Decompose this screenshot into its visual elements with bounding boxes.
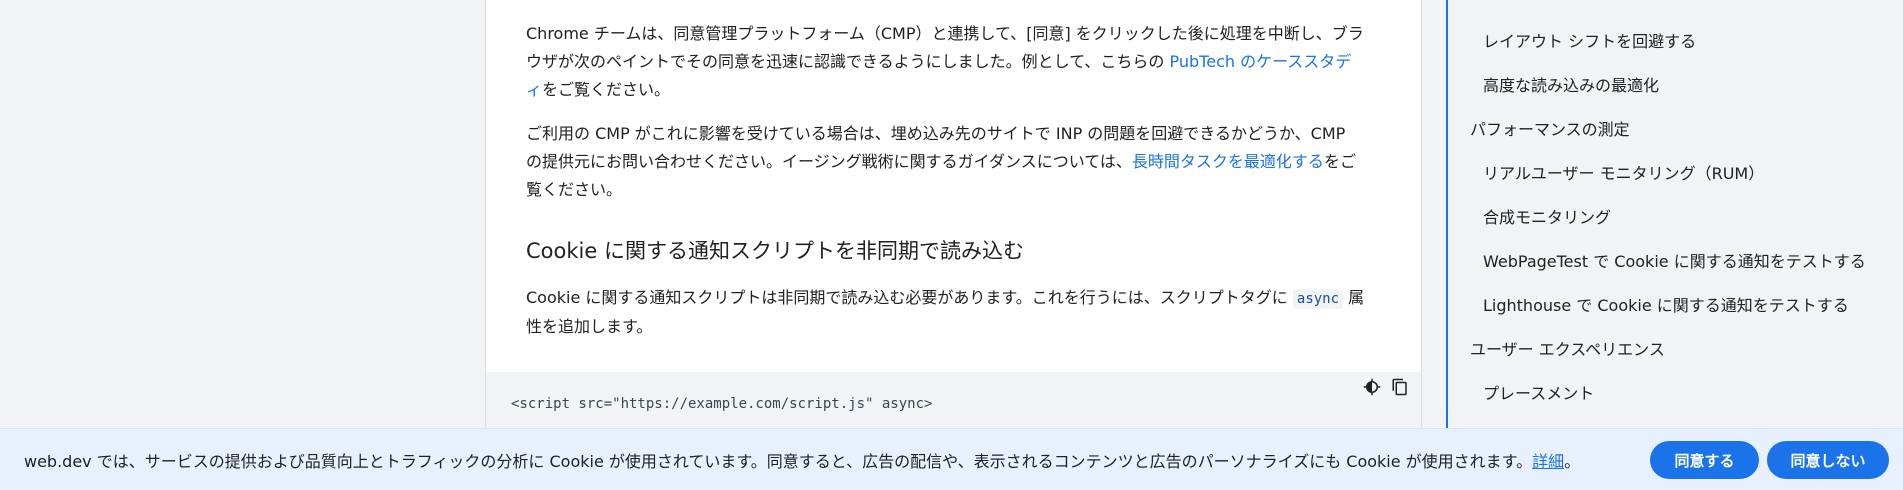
paragraph-cmp-collaboration: Chrome チームは、同意管理プラットフォーム（CMP）と連携して、[同意] …: [526, 20, 1366, 104]
toc-item-placement[interactable]: プレースメント: [1483, 380, 1594, 404]
agree-button[interactable]: 同意する: [1650, 441, 1759, 479]
cookie-banner-text: web.dev では、サービスの提供および品質向上とトラフィックの分析に Coo…: [24, 452, 1533, 471]
toc-item-measure-performance[interactable]: パフォーマンスの測定: [1470, 116, 1630, 140]
article-content: Chrome チームは、同意管理プラットフォーム（CMP）と連携して、[同意] …: [485, 0, 1422, 489]
cookie-banner-suffix: 。: [1564, 452, 1581, 471]
copy-icon[interactable]: [1389, 376, 1411, 398]
cookie-consent-banner: web.dev では、サービスの提供および品質向上とトラフィックの分析に Coo…: [0, 428, 1903, 490]
paragraph-cmp-contact: ご利用の CMP がこれに影響を受けている場合は、埋め込み先のサイトで INP …: [526, 120, 1366, 204]
toc-item-rum[interactable]: リアルユーザー モニタリング（RUM）: [1483, 160, 1764, 184]
code-toolbar: [1361, 376, 1411, 398]
inline-code-async: async: [1292, 289, 1344, 309]
dark-theme-icon[interactable]: [1361, 376, 1383, 398]
paragraph-text: Cookie に関する通知スクリプトは非同期で読み込む必要があります。これを行う…: [526, 288, 1293, 307]
table-of-contents: レイアウト シフトを回避する 高度な読み込みの最適化 パフォーマンスの測定 リア…: [1446, 0, 1903, 489]
toc-item-user-experience[interactable]: ユーザー エクスペリエンス: [1470, 336, 1665, 360]
code-line: <script src="https://example.com/script.…: [511, 396, 933, 412]
cookie-banner-message: web.dev では、サービスの提供および品質向上とトラフィックの分析に Coo…: [24, 448, 1580, 472]
toc-item-advanced-loading[interactable]: 高度な読み込みの最適化: [1483, 72, 1659, 96]
toc-item-lighthouse[interactable]: Lighthouse で Cookie に関する通知をテストする: [1483, 292, 1849, 316]
paragraph-text: をご覧ください。: [542, 80, 671, 99]
toc-item-avoid-layout-shift[interactable]: レイアウト シフトを回避する: [1483, 28, 1696, 52]
paragraph-async-load: Cookie に関する通知スクリプトは非同期で読み込む必要があります。これを行う…: [526, 284, 1366, 341]
toc-item-webpagetest[interactable]: WebPageTest で Cookie に関する通知をテストする: [1483, 248, 1866, 272]
disagree-button[interactable]: 同意しない: [1767, 441, 1889, 479]
cookie-details-link[interactable]: 詳細: [1532, 452, 1564, 471]
toc-item-synthetic-monitoring[interactable]: 合成モニタリング: [1483, 204, 1611, 228]
optimize-long-tasks-link[interactable]: 長時間タスクを最適化する: [1132, 152, 1324, 171]
section-heading: Cookie に関する通知スクリプトを非同期で読み込む: [526, 239, 1024, 263]
